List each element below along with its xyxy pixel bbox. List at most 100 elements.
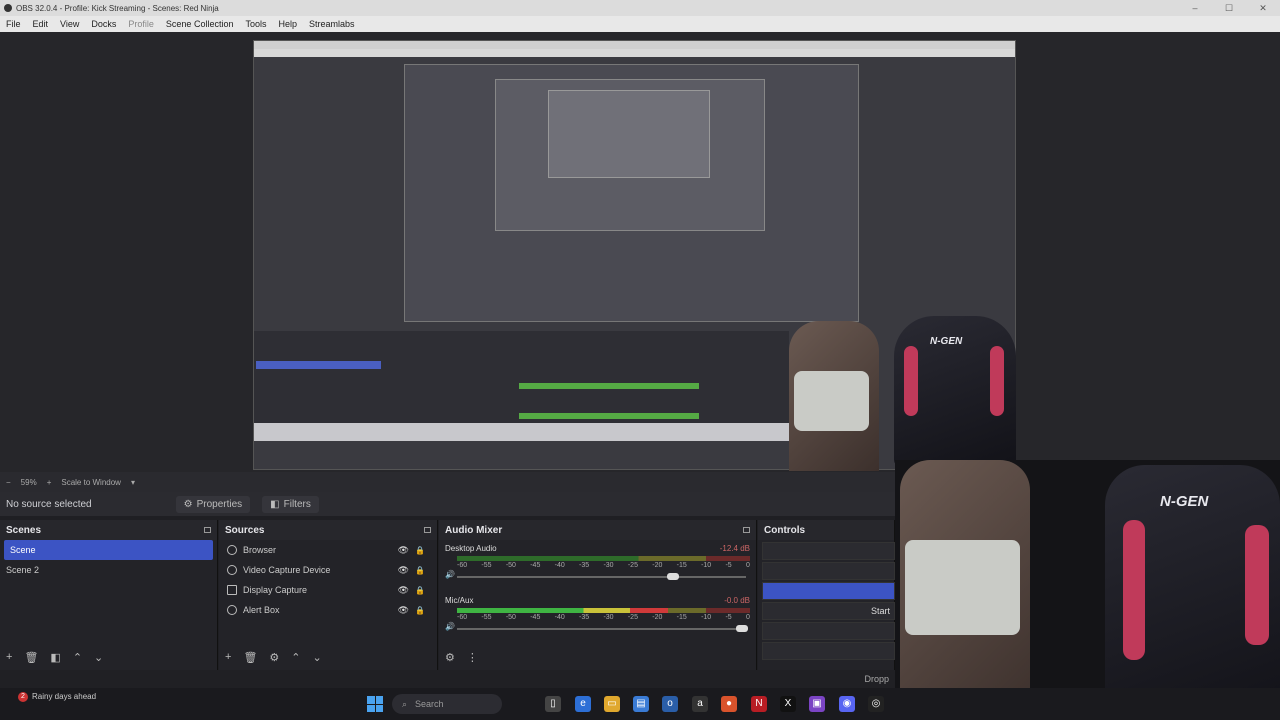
menu-scene-collection[interactable]: Scene Collection xyxy=(166,19,234,29)
program-preview[interactable]: N-GEN xyxy=(253,40,1016,471)
volume-slider[interactable] xyxy=(457,625,748,632)
channel-name: Desktop Audio xyxy=(445,544,497,553)
task-view-icon[interactable]: ▯ xyxy=(545,696,561,712)
speaker-icon[interactable]: 🔊 xyxy=(445,570,455,579)
start-menu-icon[interactable] xyxy=(367,696,383,712)
lock-icon[interactable]: 🔒 xyxy=(415,606,425,615)
meter-tick-label: -40 xyxy=(554,562,565,569)
chevron-down-icon[interactable]: ▾ xyxy=(131,478,135,487)
menu-edit[interactable]: Edit xyxy=(33,19,49,29)
minimize-button[interactable]: – xyxy=(1178,0,1212,16)
move-up-icon[interactable]: ⌃ xyxy=(73,651,82,664)
taskbar-search[interactable]: ⌕ Search xyxy=(392,694,502,714)
discord-icon[interactable]: ◉ xyxy=(839,696,855,712)
zoom-mode-select[interactable]: Scale to Window xyxy=(61,478,121,487)
nested-preview-2 xyxy=(495,79,765,231)
add-icon[interactable]: + xyxy=(6,651,12,664)
webcam-chair: N-GEN xyxy=(1105,465,1280,720)
meter-tick-label: -5 xyxy=(725,562,732,569)
add-icon[interactable]: + xyxy=(225,651,231,664)
nested-menubar xyxy=(254,49,1015,57)
scene-item[interactable]: Scene 2 xyxy=(0,560,217,580)
nested-meter xyxy=(519,383,699,389)
mixer-settings-icon[interactable]: ⚙ xyxy=(445,651,455,664)
undock-icon[interactable] xyxy=(743,527,750,533)
menu-docks[interactable]: Docks xyxy=(91,19,116,29)
menu-file[interactable]: File xyxy=(6,19,21,29)
meter-tick-label: -50 xyxy=(505,562,516,569)
control-button[interactable] xyxy=(762,622,895,640)
meter-tick-label: -5 xyxy=(725,614,732,621)
gear-icon: ⚙ xyxy=(183,498,193,510)
store-icon[interactable]: ▤ xyxy=(633,696,649,712)
eye-icon[interactable]: 👁 xyxy=(398,605,409,616)
notification-badge: 2 xyxy=(18,692,28,702)
filters-button[interactable]: ◧ Filters xyxy=(262,495,319,513)
weather-widget[interactable]: 2 Rainy days ahead xyxy=(18,692,96,702)
source-item[interactable]: Display Capture 👁 🔒 xyxy=(219,580,437,600)
move-down-icon[interactable]: ⌄ xyxy=(313,651,322,664)
eye-icon[interactable]: 👁 xyxy=(398,585,409,596)
window-controls: – ☐ ✕ xyxy=(1178,0,1280,16)
menu-tools[interactable]: Tools xyxy=(245,19,266,29)
zoom-out-button[interactable]: − xyxy=(6,478,11,487)
lock-icon[interactable]: 🔒 xyxy=(415,546,425,555)
amazon-icon[interactable]: a xyxy=(692,696,708,712)
menu-profile[interactable]: Profile xyxy=(128,19,154,29)
move-down-icon[interactable]: ⌄ xyxy=(94,651,103,664)
obs-logo-icon xyxy=(4,4,12,12)
firefox-icon[interactable]: ● xyxy=(721,696,737,712)
outlook-icon[interactable]: o xyxy=(662,696,678,712)
nested-titlebar xyxy=(254,41,1015,49)
netflix-icon[interactable]: N xyxy=(751,696,767,712)
edge-icon[interactable]: e xyxy=(575,696,591,712)
control-button[interactable] xyxy=(762,642,895,660)
meter-ticks: -60 -55 -50 -45 -40 -35 -30 -25 -20 -15 -10 -5 0 xyxy=(457,614,750,621)
sources-dock: Sources Browser 👁 🔒 Video Capture Device… xyxy=(219,520,438,670)
meter-tick-label: -10 xyxy=(701,614,712,621)
scene-item[interactable]: Scene xyxy=(4,540,213,560)
filter-icon: ◧ xyxy=(270,498,280,510)
control-button[interactable] xyxy=(762,542,895,560)
nested-meter xyxy=(519,413,699,419)
zoom-in-button[interactable]: + xyxy=(47,478,52,487)
undock-icon[interactable] xyxy=(204,527,211,533)
move-up-icon[interactable]: ⌃ xyxy=(291,651,300,664)
trash-icon[interactable]: 🗑 xyxy=(243,651,257,664)
meter-tick-label: -60 xyxy=(457,614,468,621)
volume-slider[interactable] xyxy=(457,573,746,580)
lock-icon[interactable]: 🔒 xyxy=(415,566,425,575)
filter-icon[interactable]: ◧ xyxy=(50,651,60,664)
no-source-label: No source selected xyxy=(6,498,92,510)
meter-tick-label: -35 xyxy=(579,614,590,621)
gear-icon[interactable]: ⚙ xyxy=(269,651,279,664)
meter-tick-label: -30 xyxy=(603,614,614,621)
source-item[interactable]: Browser 👁 🔒 xyxy=(219,540,437,560)
source-item[interactable]: Alert Box 👁 🔒 xyxy=(219,600,437,620)
trash-icon[interactable]: 🗑 xyxy=(24,651,38,664)
meter-tick-label: 0 xyxy=(745,562,750,569)
volume-meter xyxy=(457,556,750,561)
nested-dock-area xyxy=(254,331,789,441)
menu-streamlabs[interactable]: Streamlabs xyxy=(309,19,355,29)
close-button[interactable]: ✕ xyxy=(1246,0,1280,16)
source-item[interactable]: Video Capture Device 👁 🔒 xyxy=(219,560,437,580)
maximize-button[interactable]: ☐ xyxy=(1212,0,1246,16)
x-icon[interactable]: X xyxy=(780,696,796,712)
eye-icon[interactable]: 👁 xyxy=(398,545,409,556)
properties-button[interactable]: ⚙ Properties xyxy=(175,495,251,513)
obs-icon[interactable]: ◎ xyxy=(868,696,884,712)
control-button-active[interactable] xyxy=(762,582,895,600)
file-explorer-icon[interactable]: ▭ xyxy=(604,696,620,712)
control-button[interactable] xyxy=(762,562,895,580)
twitch-icon[interactable]: ▣ xyxy=(809,696,825,712)
lock-icon[interactable]: 🔒 xyxy=(415,586,425,595)
speaker-icon[interactable]: 🔊 xyxy=(445,622,455,631)
more-options-icon[interactable]: ⋮ xyxy=(467,651,478,664)
eye-icon[interactable]: 👁 xyxy=(398,565,409,576)
zoom-level: 59% xyxy=(20,477,37,487)
menu-help[interactable]: Help xyxy=(278,19,297,29)
undock-icon[interactable] xyxy=(424,527,431,533)
start-button[interactable]: Start xyxy=(762,602,895,620)
menu-view[interactable]: View xyxy=(60,19,79,29)
